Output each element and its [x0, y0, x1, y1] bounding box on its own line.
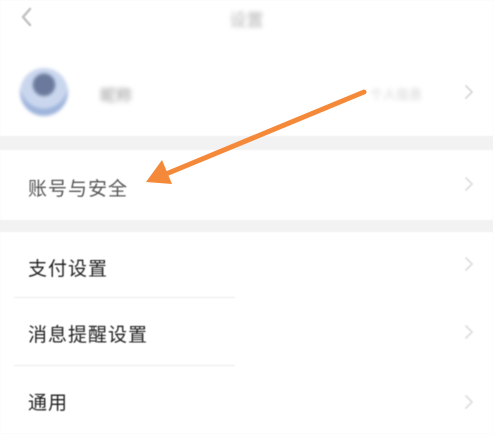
chevron-right-icon: [462, 174, 476, 194]
avatar: [20, 68, 68, 116]
header-bar: 设置: [0, 0, 493, 44]
settings-item-general[interactable]: 通用: [0, 366, 493, 434]
chevron-right-icon: [462, 322, 476, 342]
settings-item-account-security[interactable]: 账号与安全: [0, 150, 493, 220]
settings-item-label: 消息提醒设置: [28, 324, 149, 346]
page-title: 设置: [229, 11, 264, 31]
profile-meta: 个人信息: [370, 88, 423, 103]
chevron-right-icon: [462, 254, 476, 274]
settings-item-label: 支付设置: [28, 258, 109, 280]
profile-card[interactable]: 昵称 个人信息: [0, 44, 493, 136]
chevron-right-icon: [462, 82, 476, 102]
settings-item-label: 通用: [28, 392, 69, 414]
settings-item-label: 账号与安全: [28, 178, 129, 200]
chevron-right-icon: [462, 392, 476, 412]
profile-name: 昵称: [100, 86, 133, 105]
settings-screen: 设置 昵称 个人信息 账号与安全 支付设置 消息提醒设置 通用: [0, 0, 493, 434]
settings-item-notifications[interactable]: 消息提醒设置: [0, 298, 493, 366]
settings-item-payment[interactable]: 支付设置: [0, 232, 493, 298]
